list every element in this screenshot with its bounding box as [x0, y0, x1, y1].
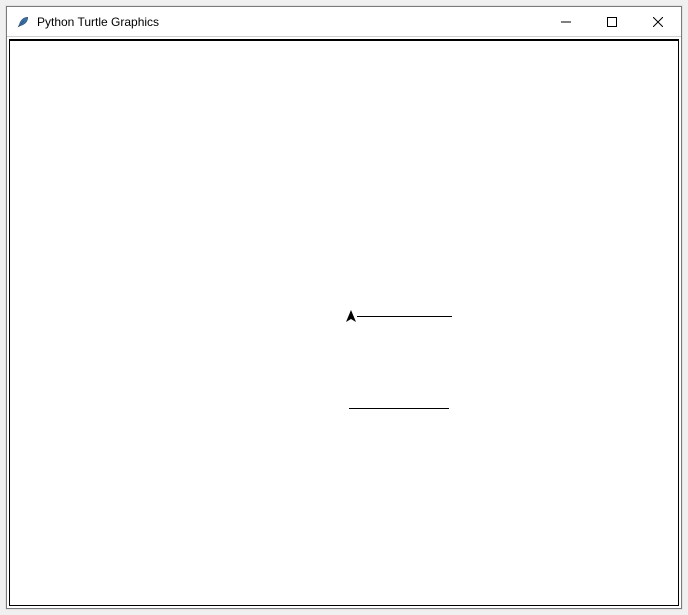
window-title: Python Turtle Graphics — [37, 15, 159, 29]
canvas-frame — [9, 39, 679, 606]
turtle-canvas — [10, 41, 678, 605]
drawn-line — [357, 316, 452, 317]
feather-icon — [15, 14, 31, 30]
maximize-button[interactable] — [589, 7, 635, 36]
close-button[interactable] — [635, 7, 681, 36]
titlebar[interactable]: Python Turtle Graphics — [7, 7, 681, 37]
minimize-button[interactable] — [543, 7, 589, 36]
drawn-line — [349, 408, 449, 409]
application-window: Python Turtle Graphics — [6, 6, 682, 609]
window-controls — [543, 7, 681, 36]
